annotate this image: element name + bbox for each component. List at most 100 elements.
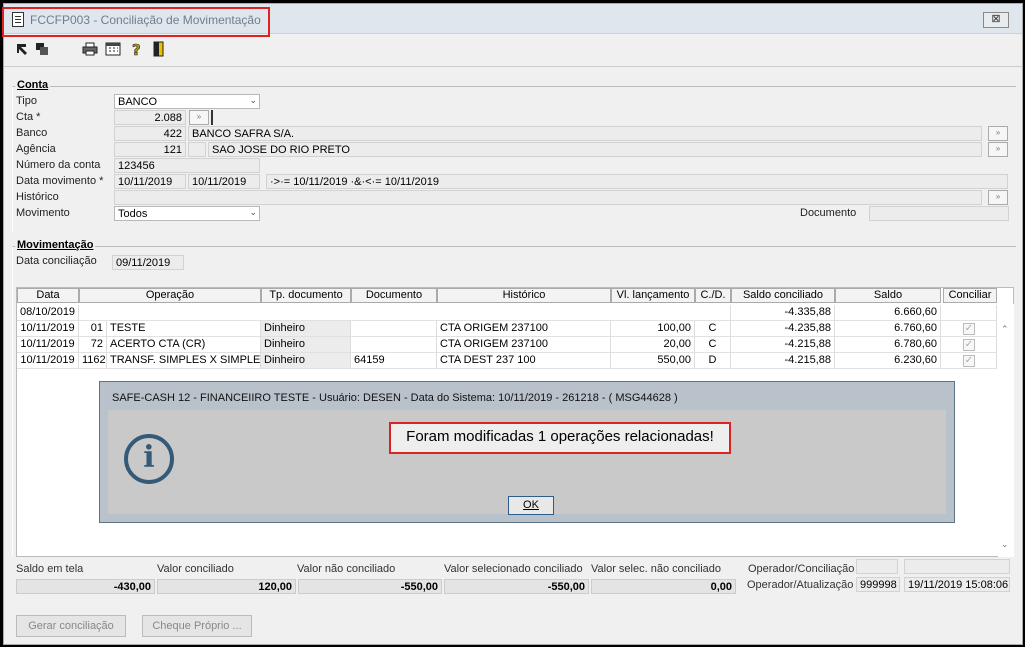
cell-tp-documento: Dinheiro: [261, 321, 351, 337]
agencia-blank-field: [188, 142, 206, 157]
numero-conta-label: Número da conta: [16, 159, 101, 171]
data-conciliacao-field[interactable]: 09/11/2019: [112, 255, 184, 270]
cta-label: Cta *: [16, 111, 41, 123]
cell-saldo: 6.780,60: [835, 337, 941, 353]
cell-conciliar: ✓: [941, 321, 997, 337]
cell-saldo: 6.660,60: [835, 305, 941, 321]
banco-name-field: BANCO SAFRA S/A.: [188, 126, 982, 141]
data-movimento-label: Data movimento *: [16, 175, 104, 187]
operador-conciliacao-label: Operador/Conciliação: [748, 563, 855, 575]
valor-selec-nao-conciliado-label: Valor selec. não conciliado: [591, 563, 722, 575]
banco-code-field[interactable]: 422: [114, 126, 186, 141]
tipo-select[interactable]: BANCO ⌄: [114, 94, 260, 109]
cell-documento: [351, 321, 437, 337]
calendar-icon[interactable]: [105, 41, 121, 57]
col-header-conciliar[interactable]: Conciliar: [943, 288, 997, 303]
col-header-operacao[interactable]: Operação: [79, 288, 261, 303]
printer-icon[interactable]: [82, 41, 98, 57]
tipo-value: BANCO: [118, 96, 158, 108]
cta-lookup-button[interactable]: »: [189, 110, 209, 125]
col-header-saldo[interactable]: Saldo: [835, 288, 941, 303]
cell-historico: CTA DEST 237 100: [437, 353, 611, 369]
gerar-conciliacao-button[interactable]: Gerar conciliação: [16, 615, 126, 637]
cell-conciliar: [941, 305, 997, 321]
operador-atualizacao-label: Operador/Atualização: [747, 579, 854, 591]
movimento-label: Movimento: [16, 207, 70, 219]
table-row[interactable]: 10/11/2019 01 TESTE Dinheiro CTA ORIGEM …: [17, 321, 997, 337]
banco-lookup-button[interactable]: »: [988, 126, 1008, 141]
col-header-cd[interactable]: C./D.: [695, 288, 731, 303]
exit-door-icon[interactable]: [151, 41, 167, 57]
valor-nao-conciliado-label: Valor não conciliado: [297, 563, 396, 575]
col-header-saldo-conciliado[interactable]: Saldo conciliado: [731, 288, 835, 303]
table-row[interactable]: 10/11/2019 72 ACERTO CTA (CR) Dinheiro C…: [17, 337, 997, 353]
valor-selec-nao-conciliado-value: 0,00: [591, 579, 736, 594]
operador-atualizacao-field: 999998: [856, 577, 900, 592]
data-movimento-from-field[interactable]: 10/11/2019: [114, 174, 186, 189]
cell-vl-lancamento: 100,00: [611, 321, 695, 337]
cell-cd: C: [695, 337, 731, 353]
historico-lookup-button[interactable]: »: [988, 190, 1008, 205]
table-row[interactable]: 08/10/2019 -4.335,88 6.660,60: [17, 305, 997, 321]
scroll-up-icon[interactable]: ⌃: [1001, 324, 1009, 335]
cell-data: 08/10/2019: [17, 305, 79, 321]
scroll-down-icon[interactable]: ⌄: [1001, 539, 1009, 550]
windows-icon[interactable]: [34, 41, 50, 57]
cell-saldo-conciliado: -4.215,88: [731, 337, 835, 353]
cell-vl-lancamento: 20,00: [611, 337, 695, 353]
movimento-value: Todos: [118, 208, 148, 220]
cell-saldo-conciliado: -4.335,88: [731, 305, 835, 321]
cell-historico: CTA ORIGEM 237100: [437, 337, 611, 353]
operador-conciliacao-date-field: [904, 559, 1010, 574]
main-window: FCCFP003 - Conciliação de Movimentação ⊠…: [2, 3, 1023, 645]
operador-atualizacao-date-field: 19/11/2019 15:08:06: [904, 577, 1010, 592]
col-header-documento[interactable]: Documento: [351, 288, 437, 303]
col-header-historico[interactable]: Histórico: [437, 288, 611, 303]
data-movimento-to-field[interactable]: 10/11/2019: [188, 174, 260, 189]
col-header-tp-documento[interactable]: Tp. documento: [261, 288, 351, 303]
cell-saldo-conciliado: -4.215,88: [731, 353, 835, 369]
cell-saldo-conciliado: -4.235,88: [731, 321, 835, 337]
movimento-select[interactable]: Todos ⌄: [114, 206, 260, 221]
cta-field[interactable]: 2.088: [114, 110, 186, 125]
cell-cd: D: [695, 353, 731, 369]
tipo-label: Tipo: [16, 95, 37, 107]
agencia-code-field[interactable]: 121: [114, 142, 186, 157]
conciliar-checkbox[interactable]: ✓: [963, 339, 975, 351]
conciliar-checkbox[interactable]: ✓: [963, 355, 975, 367]
message-dialog: SAFE-CASH 12 - FINANCEIIRO TESTE - Usuár…: [99, 381, 955, 523]
documento-field[interactable]: [869, 206, 1009, 221]
agencia-name-field: SAO JOSE DO RIO PRETO: [208, 142, 982, 157]
cheque-proprio-button[interactable]: Cheque Próprio ...: [142, 615, 252, 637]
historico-field[interactable]: [114, 190, 982, 205]
grid-scrollbar[interactable]: ⌃ ⌄: [998, 304, 1014, 557]
data-movimento-filter: ·>·= 10/11/2019 ·&·<·= 10/11/2019: [266, 174, 1008, 189]
data-conciliacao-label: Data conciliação: [16, 255, 97, 267]
col-header-data[interactable]: Data: [17, 288, 79, 303]
operador-conciliacao-field: [856, 559, 898, 574]
cell-operacao-num: 01: [79, 321, 107, 337]
cell-empty: [79, 305, 731, 321]
arrow-select-icon[interactable]: [14, 41, 30, 57]
saldo-tela-label: Saldo em tela: [16, 563, 84, 575]
conta-group-title: Conta: [15, 79, 51, 91]
agencia-lookup-button[interactable]: »: [988, 142, 1008, 157]
help-icon[interactable]: ?: [129, 41, 145, 60]
col-header-vl-lancamento[interactable]: Vl. lançamento: [611, 288, 695, 303]
cell-data: 10/11/2019: [17, 337, 79, 353]
cell-data: 10/11/2019: [17, 353, 79, 369]
agencia-label: Agência: [16, 143, 56, 155]
close-button[interactable]: ⊠: [983, 12, 1009, 28]
cell-historico: CTA ORIGEM 237100: [437, 321, 611, 337]
conciliar-checkbox[interactable]: ✓: [963, 323, 975, 335]
valor-conciliado-label: Valor conciliado: [157, 563, 234, 575]
cell-conciliar: ✓: [941, 337, 997, 353]
dialog-title: SAFE-CASH 12 - FINANCEIIRO TESTE - Usuár…: [112, 392, 678, 404]
cell-cd: C: [695, 321, 731, 337]
table-row[interactable]: 10/11/2019 1162 TRANSF. SIMPLES X SIMPLE…: [17, 353, 997, 369]
numero-conta-field[interactable]: 123456: [114, 158, 260, 173]
cell-tp-documento: Dinheiro: [261, 337, 351, 353]
historico-label: Histórico: [16, 191, 59, 203]
title-highlight-box: [2, 7, 270, 37]
ok-button[interactable]: OK: [508, 496, 554, 515]
